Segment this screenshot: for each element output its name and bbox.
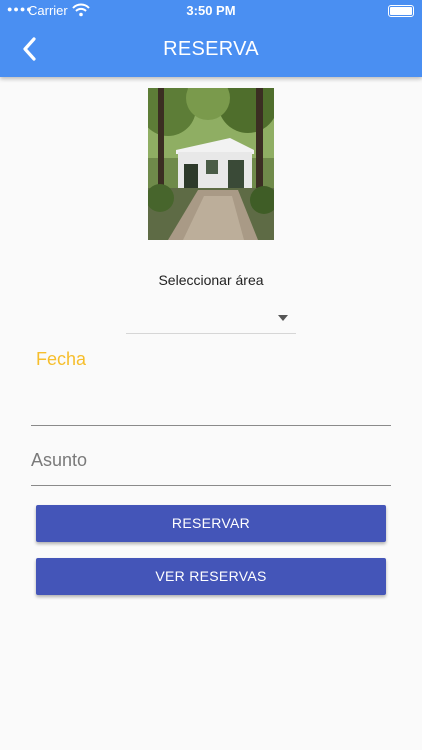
status-bar: ●●●● Carrier 3:50 PM xyxy=(0,0,422,22)
page-title: RESERVA xyxy=(163,38,259,60)
status-time: 3:50 PM xyxy=(186,3,236,18)
fecha-field[interactable] xyxy=(31,380,391,426)
area-dropdown[interactable] xyxy=(126,306,296,334)
app-bar: ●●●● Carrier 3:50 PM RESERVA xyxy=(0,0,422,77)
caret-down-icon xyxy=(278,315,288,321)
area-photo xyxy=(148,88,274,240)
reserve-button[interactable]: RESERVAR xyxy=(36,505,386,542)
view-reservations-button[interactable]: VER RESERVAS xyxy=(36,558,386,595)
battery-icon xyxy=(388,5,414,17)
asunto-field[interactable]: Asunto xyxy=(31,440,391,486)
fecha-label: Fecha xyxy=(36,349,87,369)
area-label: Seleccionar área xyxy=(158,272,264,288)
